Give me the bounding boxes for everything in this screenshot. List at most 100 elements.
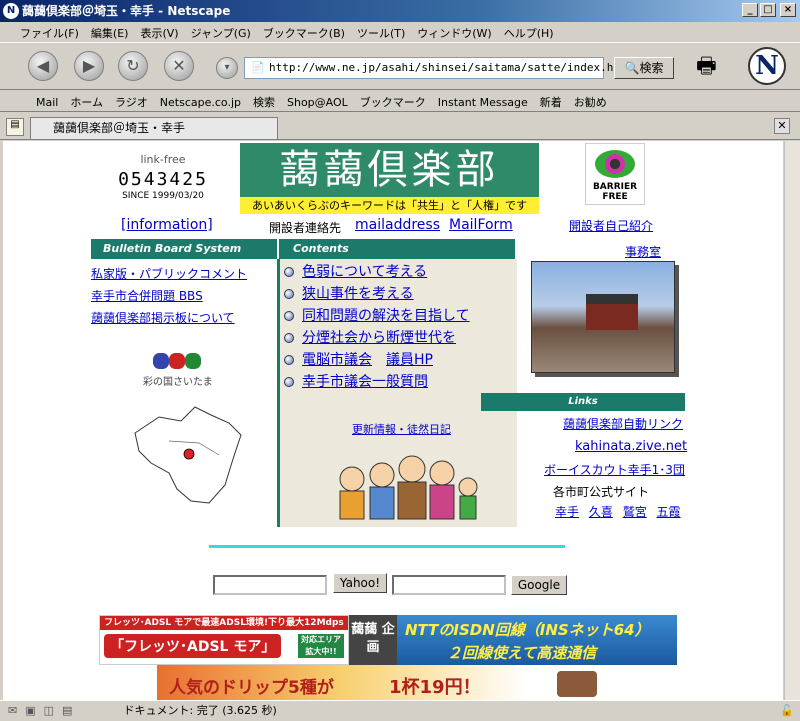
bbs-link-board[interactable]: 藹藹倶楽部掲示板について	[91, 311, 235, 325]
bullet-icon	[284, 289, 294, 299]
city-link-satte[interactable]: 幸手	[555, 505, 579, 519]
city-link-washimiya[interactable]: 鷲宮	[623, 505, 647, 519]
menu-edit[interactable]: 編集(E)	[85, 22, 135, 44]
eye-icon	[595, 150, 635, 178]
status-text: ドキュメント: 完了 (3.625 秒)	[123, 704, 277, 717]
saitama-logo	[153, 353, 201, 372]
kahinata-link[interactable]: kahinata.zive.net	[575, 439, 687, 454]
stop-button[interactable]: ✕	[164, 51, 194, 81]
flets-ad[interactable]: フレッツ･ADSL モアで最速ADSL環境!下り最大12Mdps 「フレッツ･A…	[99, 615, 349, 665]
barrier-free-badge[interactable]: BARRIER FREE	[585, 143, 645, 205]
satte-location-icon	[183, 448, 195, 460]
google-search-input[interactable]	[392, 575, 506, 595]
bullet-icon	[284, 377, 294, 387]
url-input[interactable]: 📄 http://www.ne.jp/asahi/shinsei/saitama…	[244, 57, 627, 79]
city-link-kuki[interactable]: 久喜	[589, 505, 613, 519]
auto-link[interactable]: 藹藹倶楽部自動リンク	[563, 417, 683, 431]
page-icon: 📄	[251, 61, 265, 74]
saitama-label: 彩の国さいたま	[143, 377, 213, 388]
aiai-kikaku-logo: 藹藹 企画	[349, 615, 397, 665]
content-link-council[interactable]: 電脳市議会	[302, 352, 372, 368]
forward-button[interactable]: ▶	[74, 51, 104, 81]
tab-bar: ▤ 藹藹倶楽部＠埼玉・幸手 ✕	[0, 112, 800, 140]
vertical-scrollbar[interactable]	[784, 141, 800, 701]
bullet-icon	[284, 333, 294, 343]
new-tab-icon[interactable]: ▤	[6, 118, 24, 136]
toolbar-search[interactable]: 検索	[247, 90, 281, 114]
flets-ad-top: フレッツ･ADSL モアで最速ADSL環境!下り最大12Mdps	[100, 616, 348, 630]
bbs-header: Bulletin Board System	[91, 239, 277, 259]
bullet-icon	[284, 267, 294, 277]
mailform-link[interactable]: MailForm	[449, 217, 513, 233]
history-dropdown-icon[interactable]: ▾	[216, 57, 238, 79]
close-button[interactable]: ×	[780, 3, 796, 17]
yahoo-search-button[interactable]: Yahoo!	[333, 573, 387, 593]
counter-label: link-free	[140, 153, 186, 166]
banner-subtitle: あいあいくらぶのキーワードは「共生」と「人権」です	[240, 197, 539, 214]
menu-file[interactable]: ファイル(F)	[0, 22, 85, 44]
maximize-button[interactable]: □	[760, 3, 776, 17]
search-button[interactable]: 🔍検索	[614, 57, 674, 79]
content-link-smoking[interactable]: 分煙社会から断煙世代を	[302, 330, 456, 346]
toolbar-home[interactable]: ホーム	[64, 90, 109, 114]
toolbar-mail[interactable]: Mail	[0, 92, 64, 113]
window-title: 藹藹倶楽部＠埼玉・幸手 - Netscape	[22, 4, 231, 18]
status-icons: ✉▣◫▤	[8, 704, 81, 717]
isdn-ad[interactable]: NTTのISDN回線（INSネット64） ２回線使えて高速通信	[397, 615, 677, 665]
content-link-questions[interactable]: 幸手市議会一般質問	[302, 374, 428, 390]
menu-help[interactable]: ヘルプ(H)	[498, 22, 560, 44]
mailaddress-link[interactable]: mailaddress	[355, 217, 440, 233]
links-header: Links	[481, 393, 685, 411]
information-link[interactable]: [information]	[121, 217, 213, 233]
close-tab-icon[interactable]: ✕	[774, 118, 790, 134]
menu-go[interactable]: ジャンプ(G)	[185, 22, 257, 44]
back-button[interactable]: ◀	[28, 51, 58, 81]
content-link-sayama[interactable]: 狭山事件を考える	[302, 286, 414, 302]
menu-bookmarks[interactable]: ブックマーク(B)	[257, 22, 351, 44]
update-diary-link[interactable]: 更新情報・徒然日記	[352, 423, 451, 436]
menu-bar: ファイル(F) 編集(E) 表示(V) ジャンプ(G) ブックマーク(B) ツール(T) ウ…	[0, 22, 800, 42]
coffee-ad-price: 1杯19円！	[389, 677, 481, 698]
flets-ad-badge: 対応エリア 拡大中!!	[298, 634, 344, 658]
toolbar-netscape[interactable]: Netscape.co.jp	[154, 92, 247, 113]
contents-header: Contents	[279, 239, 515, 259]
city-link-goka[interactable]: 五霞	[657, 505, 681, 519]
bbs-link-public-comment[interactable]: 私家版・パブリックコメント	[91, 267, 247, 281]
toolbar-radio[interactable]: ラジオ	[109, 90, 154, 114]
google-search-button[interactable]: Google	[511, 575, 567, 595]
toolbar-recommend[interactable]: お勧め	[568, 90, 613, 114]
contact-label: 開設者連絡先	[269, 221, 342, 235]
menu-view[interactable]: 表示(V)	[134, 22, 184, 44]
content-link-dowa[interactable]: 同和問題の解決を目指して	[302, 308, 470, 324]
print-icon[interactable]: 🖶	[696, 49, 726, 79]
temple-photo	[531, 261, 675, 373]
reload-button[interactable]: ↻	[118, 51, 148, 81]
access-counter: 0543425	[118, 169, 208, 190]
content-link-color[interactable]: 色弱について考える	[302, 264, 427, 280]
netscape-logo-icon[interactable]: N	[748, 47, 786, 85]
office-link[interactable]: 事務室	[625, 245, 661, 259]
coffee-cup-icon	[557, 671, 597, 697]
menu-window[interactable]: ウィンドウ(W)	[411, 22, 497, 44]
city-links: 幸手 久喜 鷲宮 五霞	[555, 503, 681, 520]
page-content: link-free 0543425 SINCE 1999/03/20 藹藹倶楽部…	[3, 141, 783, 701]
bbs-link-merger[interactable]: 幸手市合併問題 BBS	[91, 289, 203, 303]
yahoo-search-input[interactable]	[213, 575, 327, 595]
toolbar-bookmarks[interactable]: ブックマーク	[354, 90, 432, 114]
toolbar-shop[interactable]: Shop@AOL	[281, 92, 354, 113]
bbs-list: 私家版・パブリックコメント 幸手市合併問題 BBS 藹藹倶楽部掲示板について	[91, 263, 247, 329]
menu-tools[interactable]: ツール(T)	[351, 22, 411, 44]
site-banner: 藹藹倶楽部	[240, 143, 539, 197]
flets-ad-main: 「フレッツ･ADSL モア」	[104, 634, 282, 658]
minimize-button[interactable]: _	[742, 3, 758, 17]
boyscout-link[interactable]: ボーイスカウト幸手1･3団	[544, 463, 685, 477]
window-titlebar: N 藹藹倶楽部＠埼玉・幸手 - Netscape	[0, 0, 800, 22]
self-intro-link[interactable]: 開設者自己紹介	[569, 219, 653, 233]
bullet-icon	[284, 355, 294, 365]
tab-current[interactable]: 藹藹倶楽部＠埼玉・幸手	[30, 117, 278, 139]
netscape-icon: N	[3, 3, 19, 19]
content-link-member-hp[interactable]: 議員HP	[386, 352, 433, 368]
toolbar-new[interactable]: 新着	[534, 90, 568, 114]
toolbar-im[interactable]: Instant Message	[432, 92, 534, 113]
coffee-ad[interactable]: 人気のドリップ5種が 1杯19円！	[157, 665, 621, 701]
